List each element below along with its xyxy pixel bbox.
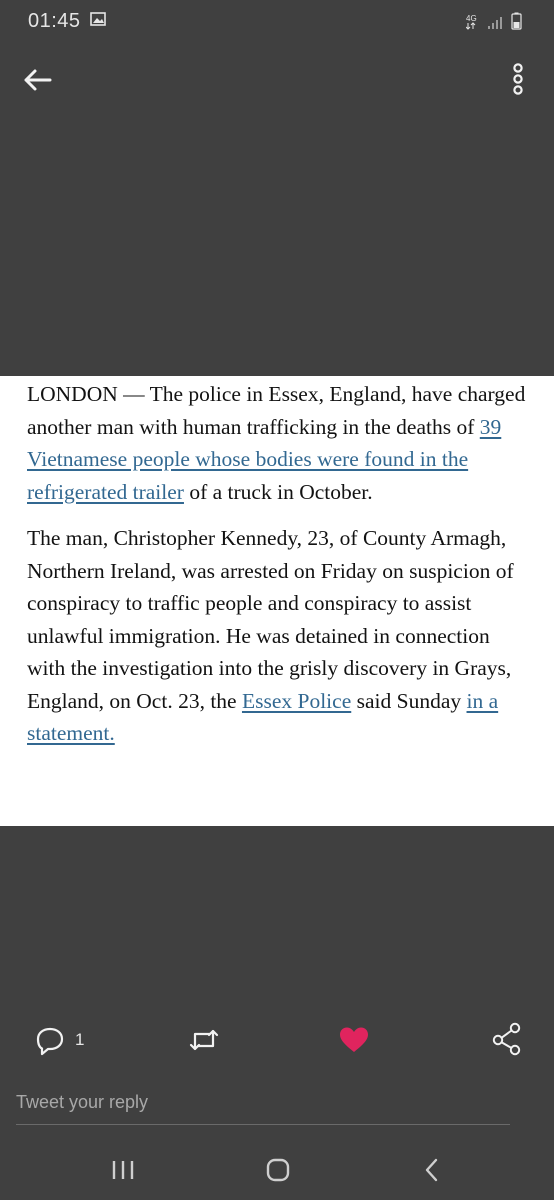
article-paragraph-1: LONDON — The police in Essex, England, h… xyxy=(27,378,530,508)
share-icon xyxy=(492,1022,521,1056)
paragraph-text: LONDON — The police in Essex, England, h… xyxy=(27,382,526,439)
nav-back-button[interactable] xyxy=(412,1154,452,1186)
back-icon xyxy=(425,1158,438,1182)
article-link-essex-police[interactable]: Essex Police xyxy=(242,689,351,713)
article-excerpt: LONDON — The police in Essex, England, h… xyxy=(0,376,554,826)
like-button[interactable] xyxy=(336,1018,372,1062)
image-icon xyxy=(90,12,106,26)
svg-text:4G: 4G xyxy=(466,14,477,23)
battery-icon xyxy=(511,12,522,30)
system-nav-bar xyxy=(0,1140,554,1200)
share-button[interactable] xyxy=(490,1018,524,1062)
retweet-icon xyxy=(189,1029,219,1051)
home-button[interactable] xyxy=(258,1154,298,1186)
like-heart-icon xyxy=(340,1027,368,1052)
recent-apps-button[interactable] xyxy=(104,1154,144,1186)
tweet-action-bar: 1 xyxy=(0,1018,554,1062)
reply-icon xyxy=(36,1027,64,1056)
paragraph-text: The man, Christopher Kennedy, 23, of Cou… xyxy=(27,526,514,713)
paragraph-text: of a truck in October. xyxy=(183,479,373,504)
back-arrow-icon xyxy=(24,69,52,91)
reply-count: 1 xyxy=(75,1030,85,1049)
reply-placeholder: Tweet your reply xyxy=(16,1092,149,1112)
recent-apps-icon xyxy=(112,1161,134,1179)
screen: 01:45 4G LONDON — The police in Essex, E… xyxy=(0,0,554,1200)
home-icon xyxy=(266,1158,290,1182)
signal-icon xyxy=(488,17,502,29)
paragraph-text: said Sunday xyxy=(351,688,467,713)
more-options-button[interactable] xyxy=(504,58,532,102)
retweet-button[interactable] xyxy=(186,1018,222,1062)
article-paragraph-2: The man, Christopher Kennedy, 23, of Cou… xyxy=(27,522,530,750)
back-button[interactable] xyxy=(20,62,60,98)
status-bar: 01:45 4G xyxy=(0,0,554,40)
data-arrows-icon: 4G xyxy=(466,14,477,30)
reply-button[interactable]: 1 xyxy=(34,1018,94,1062)
reply-input[interactable]: Tweet your reply xyxy=(16,1086,510,1125)
more-vertical-icon xyxy=(513,63,523,95)
status-time: 01:45 xyxy=(28,10,81,32)
status-icons: 4G xyxy=(466,12,522,30)
